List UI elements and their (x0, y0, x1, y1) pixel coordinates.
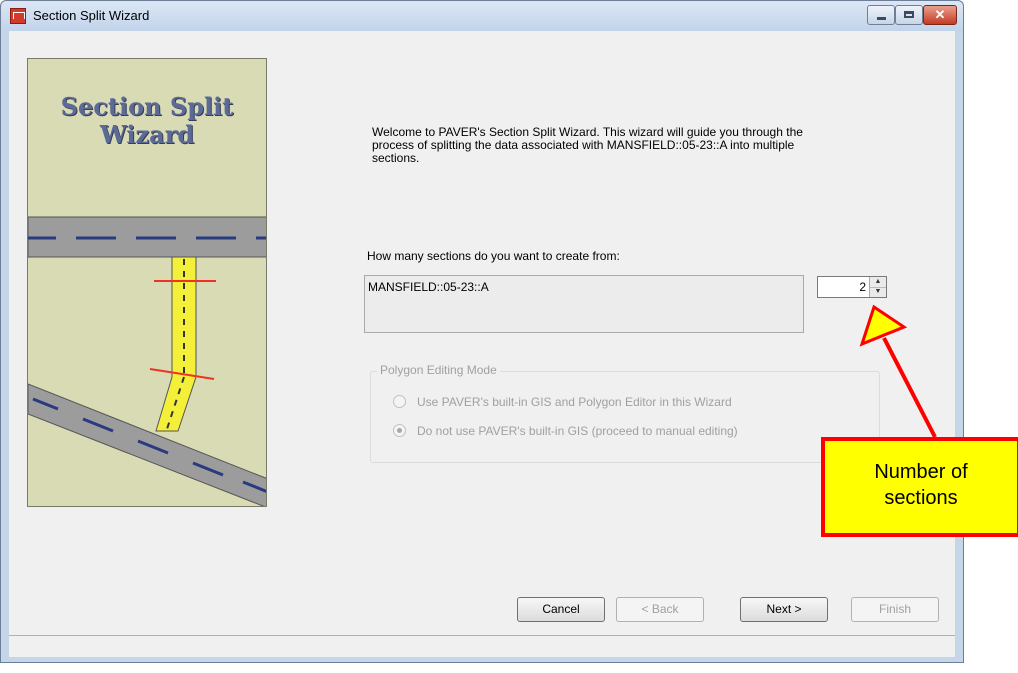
annotation-callout: Number of sections (821, 437, 1018, 537)
callout-arrow (859, 304, 937, 438)
callout-arrow-shaft (882, 337, 937, 438)
callout-text: Number of sections (825, 459, 1017, 511)
callout-arrow-head (859, 304, 908, 347)
callout-line1: Number of (874, 461, 968, 483)
callout-line2: sections (884, 487, 958, 509)
